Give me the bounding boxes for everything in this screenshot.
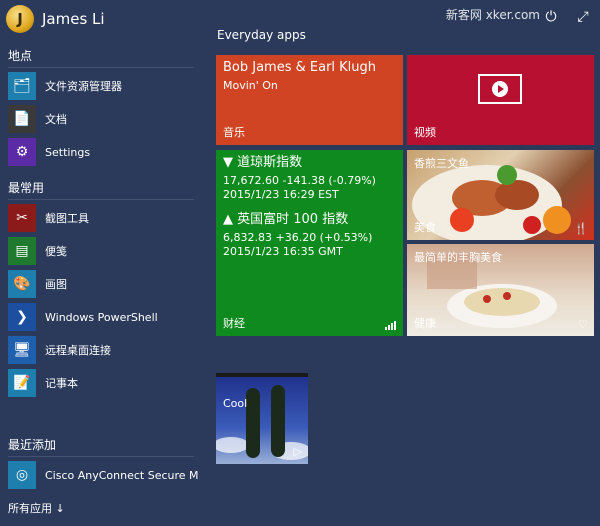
place-documents[interactable]: 📄 文档 [8,104,198,134]
app-paint[interactable]: 🎨 画图 [8,269,198,299]
section-most-used: 最常用 [8,181,45,195]
place-settings[interactable]: ⚙ Settings [8,137,198,167]
app-notepad[interactable]: 📝 记事本 [8,368,198,398]
divider [8,199,194,200]
start-menu-sidebar: J James Li 地点 🗂 文件资源管理器 📄 文档 ⚙ Settings … [0,0,200,526]
cool-app-tile[interactable]: Cool ▷ [216,373,308,464]
top-controls: ⏻ ⤢ [542,8,592,26]
powershell-icon: ❯ [8,303,36,331]
watermark: 新客网 xker.com [445,8,540,22]
item-label: 便笺 [45,245,67,258]
finance-index2-value: 6,832.83 +36.20 (+0.53%) [223,231,373,244]
tile-label: 美食 [414,221,436,234]
section-places: 地点 [8,49,33,63]
finance-index1-value: 17,672.60 -141.38 (-0.79%) [223,174,376,187]
fork-knife-icon: 🍴 [574,222,588,235]
item-label: 记事本 [45,377,78,390]
gear-icon: ⚙ [8,138,36,166]
music-tile[interactable]: Bob James & Earl Klugh Movin' On 音乐 [216,55,403,145]
tile-label: 视频 [414,126,436,139]
divider [8,456,194,457]
app-cisco-anyconnect[interactable]: ◎ Cisco AnyConnect Secure Mo... [8,460,198,490]
remote-desktop-icon: 🖥 [8,336,36,364]
divider [8,67,194,68]
user-name: James Li [42,10,105,28]
section-recently-added: 最近添加 [8,438,57,452]
finance-index2-name: ▲ 英国富时 100 指数 [223,212,349,227]
heart-icon: ♡ [578,318,588,331]
play-icon: ▷ [293,445,302,458]
documents-icon: 📄 [8,105,36,133]
finance-tile[interactable]: ▼ 道琼斯指数 17,672.60 -141.38 (-0.79%) 2015/… [216,150,403,336]
place-file-explorer[interactable]: 🗂 文件资源管理器 [8,71,198,101]
avatar: J [6,5,34,33]
paint-icon: 🎨 [8,270,36,298]
expand-icon[interactable]: ⤢ [574,8,592,26]
sticky-notes-icon: ▤ [8,237,36,265]
food-tile[interactable]: 香煎三文鱼 美食 🍴 [407,150,594,240]
cool-app-label: Cool [223,397,248,410]
music-artist: Bob James & Earl Klugh [223,60,377,75]
tile-label: 财经 [223,317,245,330]
video-tile[interactable]: 视频 [407,55,594,145]
item-label: 文档 [45,113,67,126]
finance-index2-time: 2015/1/23 16:35 GMT [223,245,343,258]
notepad-icon: 📝 [8,369,36,397]
app-powershell[interactable]: ❯ Windows PowerShell [8,302,198,332]
cisco-icon: ◎ [8,461,36,489]
chart-icon [385,321,396,330]
snipping-tool-icon: ✂ [8,204,36,232]
file-explorer-icon: 🗂 [8,72,36,100]
health-headline: 最简单的丰胸美食 [414,251,502,264]
item-label: 远程桌面连接 [45,344,111,357]
music-album: Movin' On [223,79,278,92]
food-headline: 香煎三文鱼 [414,157,469,170]
health-tile[interactable]: 最简单的丰胸美食 健康 ♡ [407,244,594,336]
app-remote-desktop[interactable]: 🖥 远程桌面连接 [8,335,198,365]
video-play-icon [478,74,522,104]
item-label: 截图工具 [45,212,89,225]
user-account[interactable]: J James Li [6,4,105,34]
tile-label: 音乐 [223,126,245,139]
item-label: Settings [45,145,91,159]
app-snipping-tool[interactable]: ✂ 截图工具 [8,203,198,233]
item-label: 画图 [45,278,67,291]
finance-index1-name: ▼ 道琼斯指数 [223,155,303,170]
item-label: Windows PowerShell [45,310,158,324]
item-label: Cisco AnyConnect Secure Mo... [45,468,198,482]
tile-group-title[interactable]: Everyday apps [217,28,306,42]
app-sticky-notes[interactable]: ▤ 便笺 [8,236,198,266]
item-label: 文件资源管理器 [45,80,122,93]
tile-label: 健康 [414,317,436,330]
power-icon[interactable]: ⏻ [542,8,560,26]
all-apps-link[interactable]: 所有应用 ↓ [8,500,65,516]
finance-index1-time: 2015/1/23 16:29 EST [223,188,339,201]
